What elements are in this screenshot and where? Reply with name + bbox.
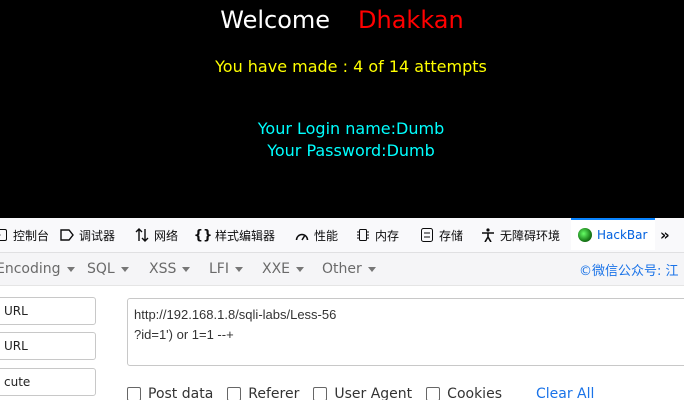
- debugger-icon: [60, 228, 74, 242]
- tab-style-editor[interactable]: {} 样式编辑器: [193, 218, 275, 252]
- menu-xss[interactable]: XSS: [149, 253, 191, 285]
- menu-lfi[interactable]: LFI: [209, 253, 243, 285]
- load-url-button[interactable]: URL: [0, 297, 96, 325]
- menu-other[interactable]: Other: [322, 253, 376, 285]
- hackbar-icon: [578, 228, 592, 242]
- storage-icon: [420, 228, 434, 242]
- tab-hackbar[interactable]: HackBar: [571, 218, 655, 250]
- url-textarea[interactable]: http://192.168.1.8/sqli-labs/Less-56 ?id…: [127, 298, 684, 366]
- performance-icon: [295, 228, 309, 242]
- network-icon: [135, 228, 149, 242]
- hackbar-menu: Encoding SQL XSS LFI XXE Other ©微信公众号: 江: [0, 253, 684, 286]
- chevron-down-icon: [367, 266, 376, 272]
- tab-memory[interactable]: 内存: [356, 218, 399, 252]
- split-url-button[interactable]: URL: [0, 332, 96, 360]
- attempts-text: You have made : 4 of 14 attempts: [215, 57, 487, 76]
- more-tabs-button[interactable]: »: [660, 218, 670, 252]
- chevron-down-icon: [182, 266, 191, 272]
- execute-button[interactable]: cute: [0, 368, 96, 396]
- url-line: http://192.168.1.8/sqli-labs/Less-56: [134, 307, 337, 322]
- chevron-down-icon: [296, 266, 305, 272]
- request-options: Post data Referer User Agent Cookies Cle…: [127, 384, 594, 400]
- clear-all-link[interactable]: Clear All: [536, 386, 594, 400]
- tab-accessibility[interactable]: 无障碍环境: [481, 218, 560, 252]
- tab-storage[interactable]: 存储: [420, 218, 463, 252]
- user-agent-checkbox[interactable]: User Agent: [313, 386, 412, 400]
- memory-icon: [356, 228, 370, 242]
- welcome-word: Welcome: [220, 6, 331, 34]
- devtools-tab-bar: 控制台 调试器 网络 {} 样式编辑器 性能 内存 存储 无障碍环境 HackB…: [0, 218, 684, 253]
- style-editor-icon: {}: [193, 227, 213, 243]
- console-icon: [0, 228, 8, 242]
- accessibility-icon: [481, 228, 495, 242]
- cookies-checkbox[interactable]: Cookies: [426, 386, 502, 400]
- welcome-name: Dhakkan: [358, 6, 464, 34]
- post-data-checkbox[interactable]: Post data: [127, 386, 213, 400]
- menu-encoding[interactable]: Encoding: [0, 253, 75, 285]
- welcome-heading: Welcome Dhakkan: [0, 4, 684, 36]
- password-text: Your Password:Dumb: [267, 141, 435, 160]
- tab-network[interactable]: 网络: [135, 218, 178, 252]
- tab-debugger[interactable]: 调试器: [60, 218, 115, 252]
- menu-sql[interactable]: SQL: [87, 253, 129, 285]
- tab-performance[interactable]: 性能: [295, 218, 338, 252]
- devtools-panel: 控制台 调试器 网络 {} 样式编辑器 性能 内存 存储 无障碍环境 HackB…: [0, 218, 684, 400]
- chevron-down-icon: [234, 266, 243, 272]
- referer-checkbox[interactable]: Referer: [227, 386, 299, 400]
- chevron-down-icon: [120, 266, 129, 272]
- chevron-down-icon: [66, 266, 75, 272]
- url-line: ?id=1') or 1=1 --+: [134, 327, 234, 342]
- watermark-text: ©微信公众号: 江: [579, 263, 679, 279]
- login-name-text: Your Login name:Dumb: [257, 119, 445, 138]
- page-content: Welcome Dhakkan You have made : 4 of 14 a…: [0, 0, 684, 218]
- menu-xxe[interactable]: XXE: [262, 253, 305, 285]
- tab-console[interactable]: 控制台: [0, 218, 49, 252]
